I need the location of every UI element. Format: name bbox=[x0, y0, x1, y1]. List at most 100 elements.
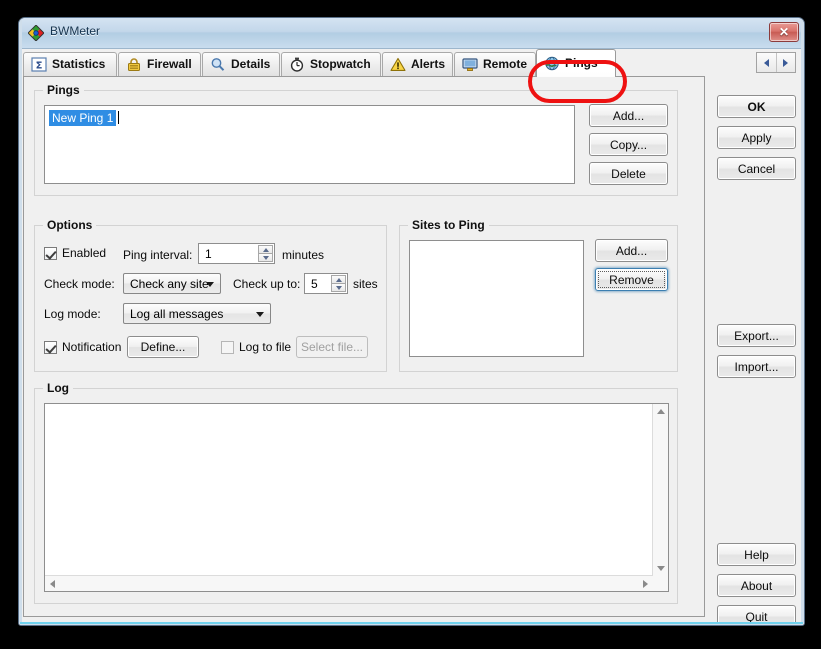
button-label: About bbox=[740, 578, 773, 593]
tab-prev-button[interactable] bbox=[757, 53, 777, 72]
monitor-icon bbox=[462, 57, 478, 72]
tab-label: Pings bbox=[565, 55, 598, 70]
button-label: Add... bbox=[612, 108, 645, 123]
left-arrow-icon bbox=[763, 58, 769, 67]
caret-down-icon bbox=[262, 255, 269, 260]
options-group: Options Enabled Ping interval: 1 minutes… bbox=[34, 218, 387, 372]
checkbox-label: Notification bbox=[62, 340, 122, 354]
svg-text:Σ: Σ bbox=[36, 61, 43, 72]
log-textarea[interactable] bbox=[44, 403, 669, 592]
sites-to-ping-group: Sites to Ping Add... Remove bbox=[399, 218, 678, 372]
caret-down-icon bbox=[335, 285, 342, 290]
tab-remote[interactable]: Remote bbox=[454, 52, 536, 76]
cancel-button[interactable]: Cancel bbox=[717, 157, 796, 180]
scroll-right-button[interactable] bbox=[638, 576, 653, 591]
check-mode-value: Check any site bbox=[130, 276, 209, 291]
log-group-legend: Log bbox=[43, 381, 73, 395]
button-label: Apply bbox=[741, 130, 772, 145]
stepper-down-button[interactable] bbox=[331, 284, 346, 292]
button-label: Add... bbox=[615, 243, 648, 258]
tab-next-button[interactable] bbox=[776, 53, 795, 72]
stopwatch-icon bbox=[289, 57, 305, 72]
ping-interval-value: 1 bbox=[205, 246, 212, 261]
apply-button[interactable]: Apply bbox=[717, 126, 796, 149]
pings-tab-page: Pings New Ping 1 Add... Copy... Delete O… bbox=[23, 76, 705, 617]
ping-interval-unit: minutes bbox=[282, 248, 325, 262]
tab-label: Details bbox=[231, 56, 271, 71]
ping-interval-input[interactable]: 1 bbox=[198, 243, 275, 264]
options-group-legend: Options bbox=[43, 218, 97, 232]
list-item[interactable]: New Ping 1 bbox=[49, 110, 117, 126]
scroll-up-button[interactable] bbox=[653, 404, 668, 419]
pings-group-legend: Pings bbox=[43, 83, 84, 97]
log-mode-label: Log mode: bbox=[44, 307, 101, 321]
define-button[interactable]: Define... bbox=[127, 336, 199, 358]
remove-site-button[interactable]: Remove bbox=[595, 268, 668, 291]
bwmeter-window: BWMeter ✕ Σ Statistics Firewall Details … bbox=[18, 17, 805, 626]
button-label: Export... bbox=[734, 328, 779, 343]
select-file-button[interactable]: Select file... bbox=[296, 336, 368, 358]
tab-label: Firewall bbox=[147, 56, 192, 71]
ok-button[interactable]: OK bbox=[717, 95, 796, 118]
add-ping-button[interactable]: Add... bbox=[589, 104, 668, 127]
checkbox-box bbox=[44, 246, 57, 260]
log-to-file-checkbox[interactable]: Log to file bbox=[221, 340, 291, 354]
caret-up-icon bbox=[656, 409, 665, 414]
caret-up-icon bbox=[262, 247, 269, 252]
stepper-up-button[interactable] bbox=[258, 245, 273, 254]
tab-alerts[interactable]: Alerts bbox=[382, 52, 453, 76]
tab-label: Stopwatch bbox=[310, 56, 371, 71]
export-button[interactable]: Export... bbox=[717, 324, 796, 347]
button-label: Delete bbox=[611, 166, 646, 181]
ping-interval-label: Ping interval: bbox=[123, 248, 193, 262]
tab-firewall[interactable]: Firewall bbox=[118, 52, 201, 76]
tab-statistics[interactable]: Σ Statistics bbox=[23, 52, 117, 76]
stepper-down-button[interactable] bbox=[258, 254, 273, 262]
caret-left-icon bbox=[50, 579, 55, 588]
button-label: OK bbox=[747, 99, 766, 114]
scroll-left-button[interactable] bbox=[45, 576, 60, 591]
copy-ping-button[interactable]: Copy... bbox=[589, 133, 668, 156]
delete-ping-button[interactable]: Delete bbox=[589, 162, 668, 185]
tab-details[interactable]: Details bbox=[202, 52, 280, 76]
enabled-checkbox[interactable]: Enabled bbox=[44, 246, 106, 260]
about-button[interactable]: About bbox=[717, 574, 796, 597]
tab-label: Alerts bbox=[411, 56, 446, 71]
pings-group: Pings New Ping 1 Add... Copy... Delete bbox=[34, 83, 678, 196]
tab-pings[interactable]: Pings bbox=[536, 49, 616, 77]
notification-checkbox[interactable]: Notification bbox=[44, 340, 121, 354]
log-horizontal-scrollbar[interactable] bbox=[45, 575, 653, 591]
import-button[interactable]: Import... bbox=[717, 355, 796, 378]
pings-list[interactable]: New Ping 1 bbox=[44, 105, 575, 184]
check-up-to-input[interactable]: 5 bbox=[304, 273, 348, 294]
stepper-up-button[interactable] bbox=[331, 275, 346, 284]
chevron-down-icon bbox=[256, 311, 264, 317]
scroll-down-button[interactable] bbox=[653, 561, 668, 576]
warning-icon bbox=[390, 57, 406, 72]
check-up-to-value: 5 bbox=[311, 276, 318, 291]
log-vertical-scrollbar[interactable] bbox=[652, 404, 668, 576]
button-label: Cancel bbox=[737, 161, 776, 176]
checkbox-label: Log to file bbox=[239, 340, 292, 354]
check-up-to-unit: sites bbox=[353, 277, 378, 291]
right-arrow-icon bbox=[783, 58, 789, 67]
lock-icon bbox=[126, 57, 142, 72]
checkbox-label: Enabled bbox=[62, 246, 107, 260]
tab-strip: Σ Statistics Firewall Details Stopwatch … bbox=[23, 49, 800, 77]
scroll-corner bbox=[653, 576, 668, 591]
log-mode-value: Log all messages bbox=[130, 306, 224, 321]
check-up-to-stepper[interactable] bbox=[331, 275, 346, 292]
help-button[interactable]: Help bbox=[717, 543, 796, 566]
log-mode-select[interactable]: Log all messages bbox=[123, 303, 271, 324]
bwmeter-diamond-icon bbox=[27, 24, 45, 42]
ping-interval-stepper[interactable] bbox=[258, 245, 273, 262]
button-label: Help bbox=[744, 547, 769, 562]
check-mode-label: Check mode: bbox=[44, 277, 115, 291]
sites-list[interactable] bbox=[409, 240, 584, 357]
add-site-button[interactable]: Add... bbox=[595, 239, 668, 262]
title-bar: BWMeter ✕ bbox=[19, 18, 804, 49]
tab-stopwatch[interactable]: Stopwatch bbox=[281, 52, 381, 76]
close-button[interactable]: ✕ bbox=[769, 22, 799, 42]
globe-icon bbox=[544, 56, 560, 71]
check-mode-select[interactable]: Check any site bbox=[123, 273, 221, 294]
